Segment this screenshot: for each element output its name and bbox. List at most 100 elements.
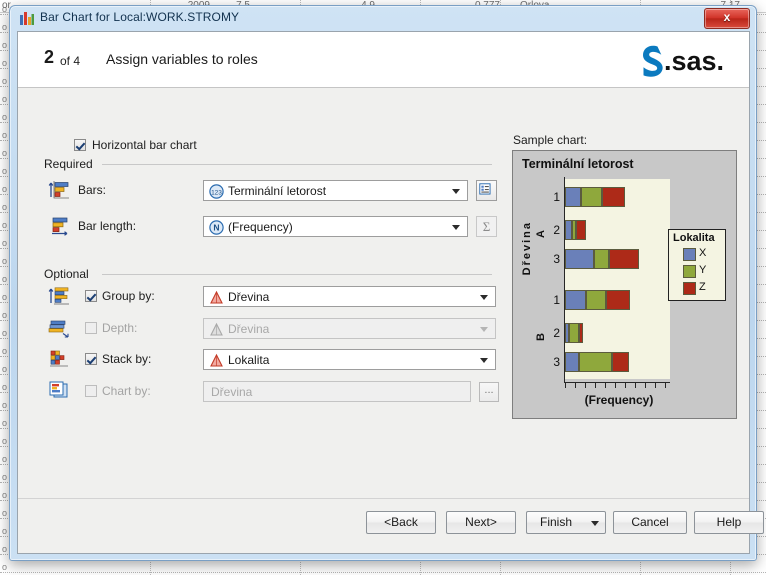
chart-y-axis-title: Dřevina <box>521 221 533 276</box>
step-number: 2 <box>44 47 55 67</box>
grid-row-marker: o <box>2 220 8 230</box>
chart-by-role-icon <box>49 381 68 398</box>
depth-value: Dřevina <box>228 322 270 336</box>
horizontal-bar-chart-checkbox[interactable] <box>74 139 86 151</box>
grid-row-marker: o <box>2 94 8 104</box>
grid-row-marker: o <box>2 292 8 302</box>
sigma-icon: Σ <box>482 219 491 234</box>
chart-by-label: Chart by: <box>102 384 151 398</box>
chart-by-combo: Dřevina <box>203 381 471 402</box>
bar-length-statistic-button[interactable]: Σ <box>476 216 497 237</box>
x-axis-tick <box>665 383 666 388</box>
grid-row-marker: o <box>2 454 8 464</box>
bar-length-label: Bar length: <box>78 219 137 233</box>
grid-row-marker: o <box>2 256 8 266</box>
grid-row-marker: o <box>2 562 8 572</box>
chart-plot-area <box>565 179 670 379</box>
grid-row-marker: o <box>2 346 8 356</box>
field-bar-length: Bar length: N (Frequency) Σ <box>48 216 497 238</box>
bar-chart-icon <box>20 12 34 25</box>
numeric-variable-icon: 123 <box>209 184 224 199</box>
bars-properties-button[interactable] <box>476 180 497 201</box>
chart-bar-segment <box>581 187 602 207</box>
required-group-label: Required <box>44 157 99 171</box>
field-group-by: Group by: Dřevina <box>48 286 496 308</box>
grid-row-marker: o <box>2 472 8 482</box>
x-axis-tick <box>605 383 606 388</box>
x-axis-tick <box>575 383 576 388</box>
chart-bar-segment <box>579 352 612 372</box>
y-axis-group-label: B <box>535 333 547 341</box>
svg-text:N: N <box>213 223 219 233</box>
x-axis-tick <box>635 383 636 388</box>
chart-bar-segment <box>565 220 572 240</box>
title-bar[interactable]: Bar Chart for Local:WORK.STROMY x <box>10 6 756 32</box>
field-stack-by: Stack by: Lokalita <box>48 349 496 371</box>
x-axis-tick <box>645 383 646 388</box>
depth-label: Depth: <box>102 321 138 335</box>
group-by-checkbox[interactable] <box>85 290 97 302</box>
field-bars: Bars: 123 Terminální letorost <box>48 180 497 202</box>
chart-bar-segment <box>594 249 609 269</box>
page-title: Assign variables to roles <box>106 51 258 67</box>
next-button[interactable]: Next> <box>446 511 516 534</box>
bars-label: Bars: <box>78 183 107 197</box>
legend-label: X <box>699 247 707 259</box>
step-of-total: of 4 <box>60 54 81 68</box>
stack-by-combo[interactable]: Lokalita <box>203 349 496 370</box>
group-by-combo[interactable]: Dřevina <box>203 286 496 307</box>
stack-by-checkbox[interactable] <box>85 353 97 365</box>
wizard-body: Horizontal bar chart Required Bars: 123 … <box>18 88 749 499</box>
bar-length-combo[interactable]: N (Frequency) <box>203 216 468 237</box>
chart-bar-segment <box>579 323 583 343</box>
y-axis-group-label: A <box>535 230 547 238</box>
close-button[interactable]: x <box>704 8 750 29</box>
stack-by-value: Lokalita <box>228 353 270 367</box>
grid-row-marker: o <box>2 328 8 338</box>
finish-dropdown-button[interactable] <box>585 511 606 534</box>
svg-text:123: 123 <box>211 189 222 196</box>
cancel-button[interactable]: Cancel <box>613 511 687 534</box>
x-axis-tick <box>585 383 586 388</box>
svg-text:.sas.: .sas. <box>664 46 724 76</box>
stack-by-label: Stack by: <box>102 352 152 366</box>
grid-row-marker: o <box>2 274 8 284</box>
chart-bar-segment <box>565 352 579 372</box>
grid-row-marker: o <box>2 202 8 212</box>
finish-button[interactable]: Finish <box>526 511 585 534</box>
bar-length-value: (Frequency) <box>228 220 293 234</box>
help-button[interactable]: Help <box>694 511 764 534</box>
chart-bar-segment <box>565 187 581 207</box>
chart-bar-segment <box>609 249 639 269</box>
group-by-value: Dřevina <box>228 290 270 304</box>
variable-properties-icon <box>479 183 491 195</box>
depth-checkbox[interactable] <box>85 322 97 334</box>
chevron-down-icon <box>452 189 460 194</box>
x-axis-tick <box>595 383 596 388</box>
x-axis-tick <box>615 383 616 388</box>
bars-combo[interactable]: 123 Terminální letorost <box>203 180 468 201</box>
wizard-footer: <Back Next> Finish Cancel Help <box>18 498 764 553</box>
bars-role-icon <box>48 181 69 199</box>
grid-row-marker: o <box>2 58 8 68</box>
sas-logo: .sas. <box>643 45 724 77</box>
legend-label: Y <box>699 264 707 276</box>
grid-row-marker: o <box>2 166 8 176</box>
grid-row-marker: o <box>2 310 8 320</box>
chart-legend: Lokalita XYZ <box>668 229 726 301</box>
optional-group-label: Optional <box>44 267 95 281</box>
legend-swatch <box>683 248 696 261</box>
chart-by-browse-button[interactable]: ... <box>479 382 499 402</box>
chart-bar-segment <box>586 290 606 310</box>
grid-row-marker: o <box>2 418 8 428</box>
grid-row-marker: o <box>2 544 8 554</box>
grid-row-marker: o <box>2 148 8 158</box>
x-axis-tick <box>625 383 626 388</box>
back-button[interactable]: <Back <box>366 511 436 534</box>
chart-by-checkbox[interactable] <box>85 385 97 397</box>
sample-chart-label: Sample chart: <box>513 133 588 147</box>
legend-swatch <box>683 282 696 295</box>
group-by-label: Group by: <box>102 289 155 303</box>
group-by-role-icon <box>48 287 69 305</box>
horizontal-bar-chart-option[interactable]: Horizontal bar chart <box>74 138 197 152</box>
